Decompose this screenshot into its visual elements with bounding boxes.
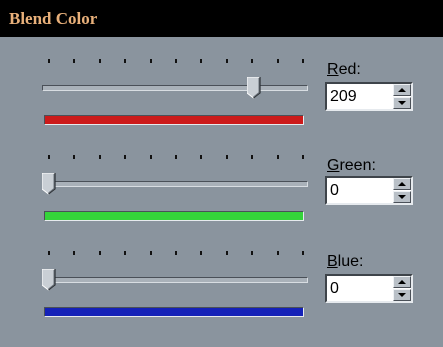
- slider-tick: [200, 251, 203, 255]
- blue-label-rest: lue:: [337, 253, 364, 270]
- slider-tick: [225, 251, 228, 255]
- slider-tick: [276, 155, 279, 159]
- slider-tick: [251, 251, 254, 255]
- slider-tick: [149, 155, 152, 159]
- green-decrement-button[interactable]: [393, 191, 411, 203]
- arrow-down-icon: [398, 101, 406, 105]
- slider-tick: [48, 59, 50, 63]
- blue-decrement-button[interactable]: [393, 289, 411, 301]
- slider-tick: [73, 155, 76, 159]
- green-slider-thumb[interactable]: [42, 173, 56, 195]
- green-channel: Green: 0: [0, 155, 443, 251]
- red-channel: Red: 209: [0, 59, 443, 155]
- green-value[interactable]: 0: [330, 182, 339, 200]
- red-label-rest: ed:: [338, 61, 361, 78]
- slider-tick: [98, 251, 101, 255]
- green-slider-track[interactable]: [42, 181, 308, 187]
- slider-tick: [200, 59, 203, 63]
- slider-tick: [149, 59, 152, 63]
- blue-slider-thumb[interactable]: [42, 269, 56, 291]
- slider-tick: [225, 59, 228, 63]
- slider-tick: [124, 251, 127, 255]
- slider-tick: [251, 155, 254, 159]
- red-slider-ticks: [48, 59, 304, 65]
- blue-color-swatch: [44, 307, 304, 317]
- green-slider-ticks: [48, 155, 304, 161]
- red-value[interactable]: 209: [330, 88, 357, 106]
- arrow-up-icon: [398, 280, 406, 284]
- slider-tick: [175, 155, 177, 159]
- slider-tick: [149, 251, 152, 255]
- slider-tick: [276, 251, 279, 255]
- red-slider-thumb[interactable]: [246, 77, 261, 99]
- green-increment-button[interactable]: [393, 178, 411, 190]
- slider-tick: [276, 59, 279, 63]
- red-decrement-button[interactable]: [393, 97, 411, 109]
- slider-tick: [48, 155, 50, 159]
- red-spin-buttons: [393, 84, 411, 109]
- blue-channel: Blue: 0: [0, 251, 443, 347]
- red-label: Red:: [327, 61, 361, 79]
- slider-tick: [175, 251, 177, 255]
- blend-color-panel: Red: 209 Green: 0 Blue: 0: [0, 37, 443, 341]
- blue-spin-buttons: [393, 276, 411, 301]
- red-color-swatch: [44, 115, 304, 125]
- window-title: Blend Color: [9, 9, 98, 28]
- green-color-swatch: [44, 211, 304, 221]
- green-label: Green:: [327, 157, 376, 175]
- blue-label: Blue:: [327, 253, 363, 271]
- slider-tick: [302, 59, 304, 63]
- red-spinbox[interactable]: 209: [325, 82, 413, 111]
- arrow-down-icon: [398, 195, 406, 199]
- slider-tick: [175, 59, 177, 63]
- slider-tick: [124, 155, 127, 159]
- red-increment-button[interactable]: [393, 84, 411, 96]
- title-bar: Blend Color: [0, 0, 443, 37]
- green-spin-buttons: [393, 178, 411, 203]
- arrow-up-icon: [398, 88, 406, 92]
- blue-spinbox[interactable]: 0: [325, 274, 413, 303]
- slider-tick: [302, 155, 304, 159]
- slider-tick: [98, 155, 101, 159]
- slider-tick: [124, 59, 127, 63]
- slider-tick: [73, 251, 76, 255]
- arrow-up-icon: [398, 182, 406, 186]
- blue-slider-track[interactable]: [42, 277, 308, 283]
- arrow-down-icon: [398, 293, 406, 297]
- blue-label-accel: B: [327, 253, 338, 270]
- slider-tick: [48, 251, 50, 255]
- slider-tick: [225, 155, 228, 159]
- green-label-accel: G: [327, 157, 340, 174]
- slider-tick: [98, 59, 101, 63]
- slider-tick: [73, 59, 76, 63]
- red-slider-track[interactable]: [42, 85, 308, 91]
- slider-tick: [251, 59, 254, 63]
- blue-slider-ticks: [48, 251, 304, 257]
- green-spinbox[interactable]: 0: [325, 176, 413, 205]
- slider-tick: [200, 155, 203, 159]
- green-label-rest: reen:: [339, 157, 376, 174]
- red-label-accel: R: [327, 61, 339, 78]
- blue-increment-button[interactable]: [393, 276, 411, 288]
- blue-value[interactable]: 0: [330, 280, 339, 298]
- slider-tick: [302, 251, 304, 255]
